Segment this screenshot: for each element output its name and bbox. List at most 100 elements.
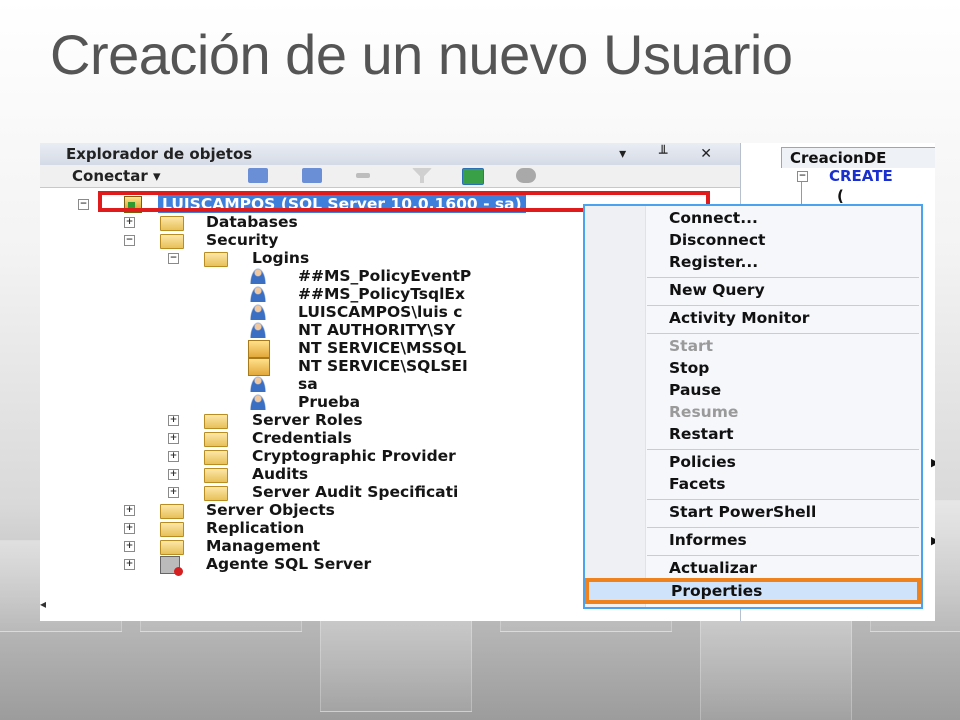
service-login-icon: [248, 340, 270, 358]
folder-icon: [204, 450, 228, 465]
context-menu: Connect... Disconnect Register... New Qu…: [583, 204, 935, 609]
menu-item-resume: Resume: [669, 403, 739, 421]
folder-icon: [160, 234, 184, 249]
tree-label: Audits: [252, 465, 309, 483]
expand-icon[interactable]: +: [124, 559, 135, 570]
menu-item-informes[interactable]: Informes: [669, 530, 747, 550]
tree-label: Server Objects: [206, 501, 335, 519]
disconnect-db-icon[interactable]: [302, 168, 322, 183]
menu-item-properties[interactable]: Properties: [671, 582, 762, 600]
menu-item-stop[interactable]: Stop: [669, 358, 709, 378]
service-login-icon: [248, 358, 270, 376]
login-user-icon: [250, 268, 266, 284]
filter-icon[interactable]: [412, 168, 432, 183]
tree-label: Server Audit Specificati: [252, 483, 459, 501]
folder-icon: [160, 522, 184, 537]
stop-icon[interactable]: [356, 173, 370, 178]
tree-label: Agente SQL Server: [206, 555, 372, 573]
expand-icon[interactable]: +: [168, 451, 179, 462]
expand-icon[interactable]: +: [168, 433, 179, 444]
menu-item-properties-highlight[interactable]: Properties: [585, 578, 921, 604]
expand-icon[interactable]: +: [124, 505, 135, 516]
menu-separator: [647, 499, 919, 500]
menu-icon-strip: [585, 206, 646, 607]
connect-db-icon[interactable]: [248, 168, 268, 183]
expand-icon[interactable]: +: [168, 487, 179, 498]
collapse-icon[interactable]: −: [797, 171, 808, 182]
tree-label: Databases: [206, 213, 298, 231]
submenu-arrow-icon: ▶: [931, 534, 935, 547]
expand-icon[interactable]: +: [168, 469, 179, 480]
menu-item-actualizar[interactable]: Actualizar: [669, 558, 757, 578]
expand-icon[interactable]: +: [168, 415, 179, 426]
login-label: sa: [298, 375, 318, 393]
object-tree: − LUISCAMPOS (SQL Server 10.0.1600 - sa)…: [40, 189, 545, 621]
login-user-icon: [250, 322, 266, 338]
login-user-icon: [250, 394, 266, 410]
tree-label: Security: [206, 231, 279, 249]
menu-separator: [647, 527, 919, 528]
object-explorer-toolbar: Conectar ▾: [40, 165, 740, 188]
menu-item-disconnect[interactable]: Disconnect: [669, 230, 765, 250]
login-user-icon: [250, 304, 266, 320]
folder-icon: [204, 468, 228, 483]
menu-item-activity-monitor[interactable]: Activity Monitor: [669, 308, 809, 328]
collapse-icon[interactable]: −: [168, 253, 179, 264]
tree-label: Logins: [252, 249, 310, 267]
code-line: (: [837, 187, 844, 205]
collapse-icon[interactable]: −: [78, 199, 89, 210]
collapse-icon[interactable]: −: [124, 235, 135, 246]
slide-title: Creación de un nuevo Usuario: [50, 23, 793, 86]
object-explorer-title: Explorador de objetos: [66, 145, 253, 163]
login-label: Prueba: [298, 393, 361, 411]
menu-separator: [647, 277, 919, 278]
connect-button[interactable]: Conectar ▾: [72, 165, 161, 187]
folder-icon: [160, 540, 184, 555]
menu-item-restart[interactable]: Restart: [669, 424, 734, 444]
expand-icon[interactable]: +: [124, 523, 135, 534]
folder-icon: [204, 414, 228, 429]
menu-item-new-query[interactable]: New Query: [669, 280, 765, 300]
scroll-left-arrow-icon[interactable]: ◂: [40, 597, 48, 611]
tree-label: Credentials: [252, 429, 352, 447]
window-controls[interactable]: ▾ ╨ ✕: [619, 143, 726, 165]
login-user-icon: [250, 376, 266, 392]
login-user-icon: [250, 286, 266, 302]
expand-icon[interactable]: +: [124, 217, 135, 228]
menu-item-start: Start: [669, 337, 714, 355]
ssms-screenshot: Explorador de objetos ▾ ╨ ✕ Conectar ▾ −…: [40, 143, 935, 621]
tab-query[interactable]: CreacionDE: [781, 147, 935, 168]
menu-item-connect[interactable]: Connect...: [669, 208, 758, 228]
tree-label: Management: [206, 537, 321, 555]
refresh-icon[interactable]: [462, 168, 484, 185]
login-label: NT SERVICE\SQLSEI: [298, 357, 468, 375]
menu-item-policies[interactable]: Policies: [669, 452, 736, 472]
menu-item-register[interactable]: Register...: [669, 252, 758, 272]
menu-item-start-powershell[interactable]: Start PowerShell: [669, 502, 816, 522]
login-label: ##MS_PolicyTsqlEx: [298, 285, 465, 303]
login-label: NT SERVICE\MSSQL: [298, 339, 467, 357]
folder-icon: [160, 504, 184, 519]
sql-agent-stopped-icon: [160, 556, 183, 576]
object-explorer-titlebar: Explorador de objetos ▾ ╨ ✕: [40, 143, 740, 166]
code-line: CREATE: [829, 167, 893, 185]
activity-icon[interactable]: [516, 168, 536, 183]
menu-item-pause[interactable]: Pause: [669, 380, 721, 400]
tree-label: Cryptographic Provider: [252, 447, 456, 465]
folder-icon: [160, 216, 184, 231]
folder-icon: [204, 252, 228, 267]
login-label: LUISCAMPOS\luis c: [298, 303, 463, 321]
folder-icon: [204, 486, 228, 501]
submenu-arrow-icon: ▶: [931, 456, 935, 469]
login-label: ##MS_PolicyEventP: [298, 267, 472, 285]
login-label: NT AUTHORITY\SY: [298, 321, 456, 339]
menu-separator: [647, 333, 919, 334]
menu-item-facets[interactable]: Facets: [669, 474, 725, 494]
folder-icon: [204, 432, 228, 447]
tree-label: Replication: [206, 519, 305, 537]
menu-separator: [647, 305, 919, 306]
expand-icon[interactable]: +: [124, 541, 135, 552]
tree-label: Server Roles: [252, 411, 363, 429]
menu-separator: [647, 449, 919, 450]
menu-separator: [647, 555, 919, 556]
